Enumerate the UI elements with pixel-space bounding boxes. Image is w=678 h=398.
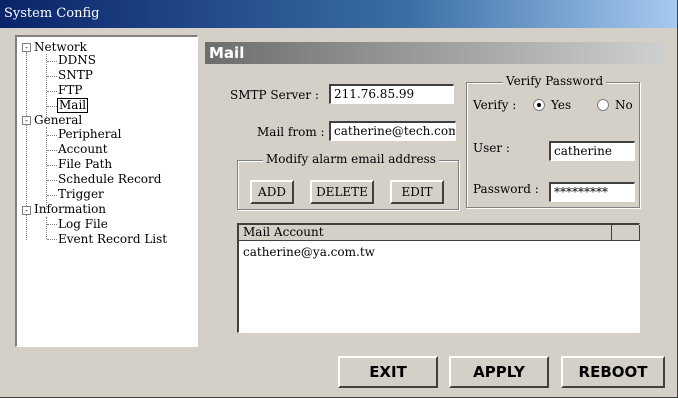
tree-node-peripheral[interactable]: Peripheral bbox=[58, 128, 121, 141]
tree-connector bbox=[47, 180, 57, 181]
collapse-network-icon[interactable]: - bbox=[22, 43, 31, 52]
tree-node-mail[interactable]: Mail bbox=[57, 98, 89, 113]
tree-connector bbox=[47, 165, 57, 166]
tree-node-trigger[interactable]: Trigger bbox=[58, 188, 104, 201]
tree-node-log-file[interactable]: Log File bbox=[58, 218, 108, 231]
verify-label: Verify : bbox=[473, 98, 517, 112]
tree-connector bbox=[47, 135, 57, 136]
smtp-server-input[interactable]: 211.76.85.99 bbox=[329, 84, 454, 104]
tree-node-sntp[interactable]: SNTP bbox=[58, 69, 93, 82]
delete-button[interactable]: DELETE bbox=[310, 180, 374, 204]
modify-alarm-group-title: Modify alarm email address bbox=[263, 152, 439, 166]
tree-connector bbox=[46, 127, 47, 209]
exit-button[interactable]: EXIT bbox=[338, 356, 438, 388]
tree-node-general[interactable]: General bbox=[34, 114, 82, 127]
user-input[interactable]: catherine bbox=[549, 141, 635, 161]
mail-from-label: Mail from : bbox=[257, 125, 325, 139]
collapse-general-icon[interactable]: - bbox=[22, 116, 31, 125]
verify-password-group-title: Verify Password bbox=[503, 74, 607, 88]
window-title: System Config bbox=[4, 6, 100, 21]
tree-node-event-record-list[interactable]: Event Record List bbox=[58, 233, 167, 246]
reboot-button[interactable]: REBOOT bbox=[561, 356, 665, 388]
smtp-server-label: SMTP Server : bbox=[230, 88, 319, 102]
tree-connector bbox=[47, 239, 57, 240]
tree-connector bbox=[47, 91, 57, 92]
list-item[interactable]: catherine@ya.com.tw bbox=[243, 245, 375, 259]
title-bar[interactable]: System Config bbox=[0, 0, 677, 28]
tree-connector bbox=[47, 106, 57, 107]
tree-connector bbox=[46, 54, 47, 121]
tree-node-information[interactable]: Information bbox=[34, 203, 106, 216]
tree-node-ftp[interactable]: FTP bbox=[58, 84, 82, 97]
tree-connector bbox=[47, 195, 57, 196]
mail-from-input[interactable]: catherine@tech.com bbox=[329, 121, 456, 141]
edit-button[interactable]: EDIT bbox=[390, 180, 444, 204]
tree-node-file-path[interactable]: File Path bbox=[58, 158, 112, 171]
user-label: User : bbox=[473, 141, 510, 155]
collapse-information-icon[interactable]: - bbox=[22, 206, 31, 215]
config-tree: - Network DDNS SNTP FTP Mail - General P… bbox=[15, 35, 198, 347]
verify-yes-radio[interactable] bbox=[533, 99, 545, 111]
panel-title: Mail bbox=[209, 44, 245, 62]
verify-yes-label[interactable]: Yes bbox=[551, 98, 571, 112]
panel-header: Mail bbox=[205, 42, 668, 64]
tree-connector bbox=[47, 61, 57, 62]
tree-connector bbox=[46, 217, 47, 239]
tree-connector bbox=[47, 76, 57, 77]
mail-account-list[interactable]: Mail Account catherine@ya.com.tw bbox=[237, 223, 640, 333]
tree-node-ddns[interactable]: DDNS bbox=[58, 54, 96, 67]
list-header-filler bbox=[612, 225, 640, 241]
apply-button[interactable]: APPLY bbox=[449, 356, 549, 388]
tree-node-account[interactable]: Account bbox=[58, 143, 108, 156]
add-button[interactable]: ADD bbox=[250, 180, 294, 204]
verify-no-radio[interactable] bbox=[597, 99, 609, 111]
tree-connector bbox=[47, 150, 57, 151]
mail-account-column-header[interactable]: Mail Account bbox=[239, 225, 612, 241]
password-input[interactable]: ********* bbox=[549, 182, 635, 202]
tree-connector bbox=[47, 224, 57, 225]
password-label: Password : bbox=[473, 182, 539, 196]
system-config-window: System Config - Network DDNS SNTP FTP Ma… bbox=[0, 0, 678, 398]
tree-node-schedule-record[interactable]: Schedule Record bbox=[58, 173, 161, 186]
verify-no-label[interactable]: No bbox=[615, 98, 633, 112]
